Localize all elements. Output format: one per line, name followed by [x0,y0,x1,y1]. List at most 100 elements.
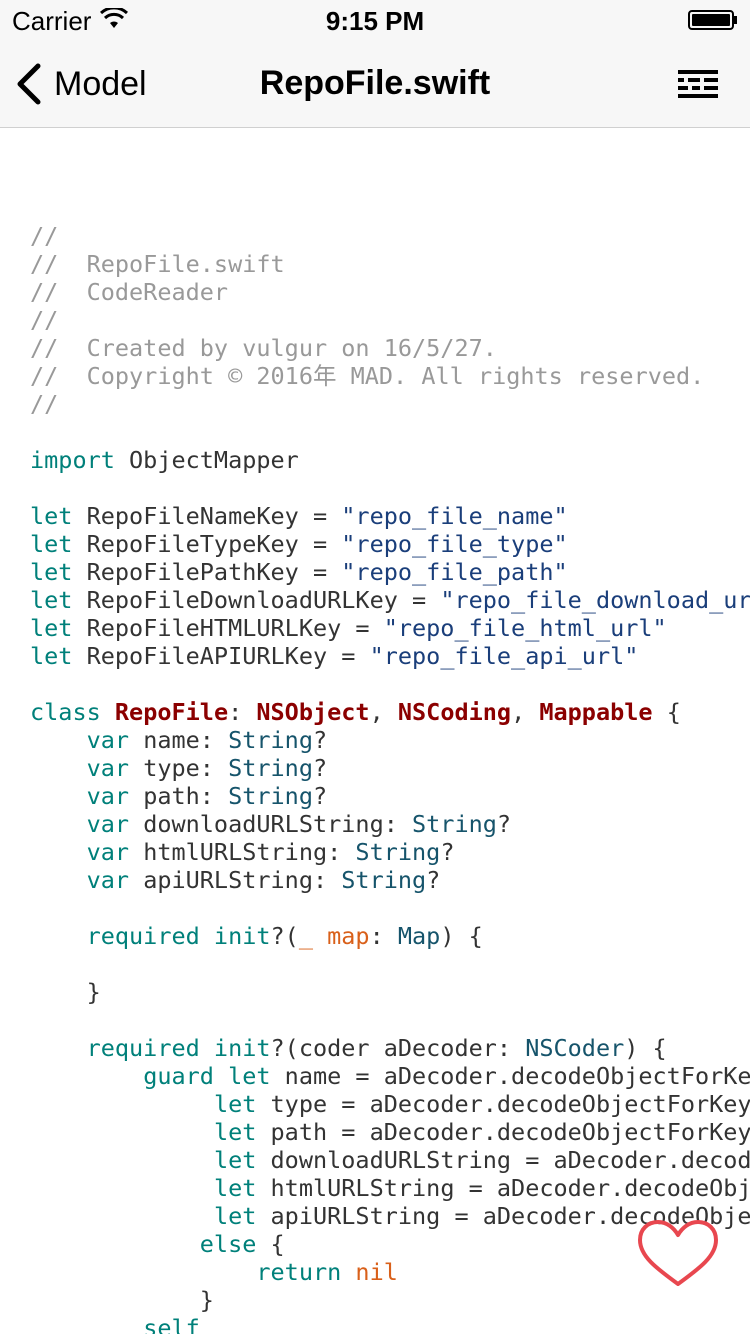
code-token: // RepoFile.swift [30,250,285,278]
code-line: let htmlURLString = aDecoder.decodeObjec… [30,1174,750,1202]
code-token: let [213,1146,257,1174]
code-line: // CodeReader [30,278,750,306]
code-token: "repo_file_name" [341,502,568,530]
code-line: var htmlURLString: String? [30,838,750,866]
code-token: RepoFileAPIURLKey = [72,642,370,670]
code-token: ? [496,810,512,838]
code-token: String [228,782,313,810]
favorite-heart-icon[interactable] [636,1218,720,1290]
code-line: // [30,306,750,334]
code-line: let RepoFileHTMLURLKey = "repo_file_html… [30,614,750,642]
code-line: self [30,1314,750,1334]
code-token: String [412,810,497,838]
code-token: } [30,978,101,1006]
code-line: let RepoFileNameKey = "repo_file_name" [30,502,750,530]
status-time: 9:15 PM [325,6,425,36]
code-token: let [213,1118,257,1146]
code-line: required init?(_ map: Map) { [30,922,750,950]
code-token: var [86,782,130,810]
code-token: apiURLString: [129,866,342,894]
code-token: RepoFileDownloadURLKey = [72,586,441,614]
code-line: let RepoFilePathKey = "repo_file_path" [30,558,750,586]
code-token: { [256,1230,285,1258]
code-token: } [30,1286,214,1314]
code-token: nil [355,1258,398,1286]
code-token: import [30,446,115,474]
code-token: // Created by vulgur on 16/5/27. [30,334,497,362]
code-token: ?(coder aDecoder: [270,1034,526,1062]
code-token: ) { [440,922,483,950]
code-token: name = aDecoder.decodeObjectForKey( [270,1062,750,1090]
code-token: required init [86,1034,271,1062]
code-token: RepoFile [114,698,229,726]
code-token: let [213,1202,257,1230]
code-token: htmlURLString: [129,838,356,866]
code-token: path = aDecoder.decodeObjectForKey( [256,1118,750,1146]
code-token: _ map [298,922,370,950]
code-token: String [228,726,313,754]
code-menu-icon[interactable] [676,68,720,100]
code-token: ? [426,866,441,894]
code-token: Mappable [539,698,653,726]
code-view[interactable]: //// RepoFile.swift// CodeReader//// Cre… [30,222,750,1334]
code-line: var path: String? [30,782,750,810]
code-token: RepoFileHTMLURLKey = [72,614,384,642]
code-token: let [30,502,73,530]
code-token: // [30,390,59,418]
code-line: let RepoFileDownloadURLKey = "repo_file_… [30,586,750,614]
code-token: self [143,1314,200,1334]
code-line: // [30,222,750,250]
code-token: { [652,698,681,726]
code-token: required init [86,922,271,950]
page-title: RepoFile.swift [259,64,491,102]
code-token: , [511,698,540,726]
code-token: htmlURLString = aDecoder.decodeObject [256,1174,750,1202]
code-token: String [355,838,441,866]
code-line: // Created by vulgur on 16/5/27. [30,334,750,362]
code-line: guard let name = aDecoder.decodeObjectFo… [30,1062,750,1090]
code-token: class [30,698,101,726]
code-token: ? [312,754,328,782]
code-line: // RepoFile.swift [30,250,750,278]
battery-icon [688,10,737,30]
code-token: let [30,530,73,558]
code-token: // [30,222,59,250]
code-token: let [213,1174,257,1202]
code-token: // CodeReader [30,278,229,306]
code-token: type = aDecoder.decodeObjectForKey( [256,1090,750,1118]
code-token: RepoFileTypeKey = [72,530,342,558]
navigation-bar: Model RepoFile.swift [0,40,750,128]
code-line: var apiURLString: String? [30,866,750,894]
status-bar: Carrier 9:15 PM [0,0,750,40]
code-line: // Copyright © 2016年 MAD. All rights res… [30,362,750,390]
code-token: RepoFileNameKey = [72,502,342,530]
code-token: path: [129,782,229,810]
code-line: import ObjectMapper [30,446,750,474]
code-token: var [86,810,130,838]
code-line: } [30,1286,750,1314]
code-line: var downloadURLString: String? [30,810,750,838]
code-token: var [86,866,130,894]
code-token: downloadURLString = aDecoder.decodeObjec… [270,1146,750,1174]
